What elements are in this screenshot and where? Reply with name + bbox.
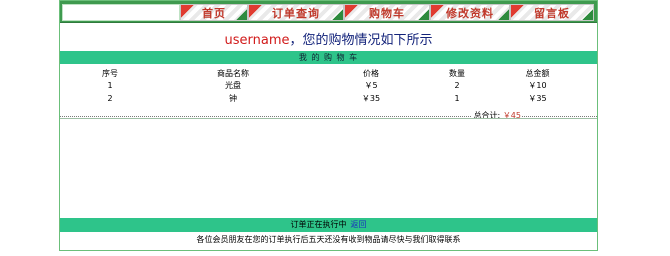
tab-stripe-red — [181, 5, 195, 20]
row-index: 1 — [107, 81, 113, 90]
col-header-price: 价格 — [363, 68, 379, 78]
tab-order-query[interactable]: 订单查询 — [248, 4, 344, 21]
section-divider — [60, 118, 597, 119]
tab-guestbook[interactable]: 留言板 — [510, 4, 594, 21]
username: username — [224, 33, 290, 48]
tab-stripe-red — [249, 5, 263, 20]
row-index: 2 — [107, 94, 113, 103]
grand-total: 总合计: ￥45 — [471, 110, 521, 121]
row-total: ￥35 — [528, 94, 547, 103]
cart-table: 序号 商品名称 价格 数量 总金额 1 光盘 ￥5 2 ￥10 2 钟 ￥35 … — [60, 67, 597, 105]
col-header-name: 商品名称 — [217, 68, 249, 78]
tab-label: 首页 — [202, 6, 226, 20]
tab-stripe-red — [431, 5, 445, 20]
row-name: 光盘 — [225, 81, 241, 90]
tab-stripe-green — [233, 5, 247, 20]
row-qty: 1 — [454, 94, 460, 103]
row-qty: 2 — [454, 81, 460, 90]
tab-home[interactable]: 首页 — [180, 4, 248, 21]
table-row: 1 光盘 ￥5 2 ￥10 — [60, 79, 597, 92]
col-header-index: 序号 — [102, 68, 118, 78]
page-headline: username，您的购物情况如下所示 — [60, 29, 597, 48]
table-header-row: 序号 商品名称 价格 数量 总金额 — [60, 67, 597, 79]
col-header-total: 总金额 — [525, 68, 550, 78]
tab-label: 修改资料 — [446, 6, 494, 20]
cart-title: 我 的 购 物 车 — [298, 53, 359, 62]
tab-stripe-green — [329, 5, 343, 20]
tab-label: 购物车 — [369, 6, 405, 20]
row-total: ￥10 — [528, 81, 547, 90]
tab-stripe-green — [415, 5, 429, 20]
tab-stripe-green — [495, 5, 509, 20]
row-price: ￥35 — [361, 94, 381, 103]
tab-edit-profile[interactable]: 修改资料 — [430, 4, 510, 21]
row-price: ￥5 — [364, 81, 378, 90]
order-status-text: 订单正在执行中 — [290, 220, 347, 229]
headline-text: ，您的购物情况如下所示 — [289, 33, 433, 48]
tab-stripe-red — [345, 5, 359, 20]
page-frame: 首页 订单查询 购物车 修改资料 留言板 username，您的购物情况如下所示… — [59, 0, 598, 251]
footer-notice: 各位会员朋友在您的订单执行后五天还没有收到物品请尽快与我们取得联系 — [196, 235, 461, 244]
row-name: 钟 — [229, 94, 237, 103]
tab-stripe-red — [511, 5, 525, 20]
tab-label: 留言板 — [534, 6, 570, 20]
table-row: 2 钟 ￥35 1 ￥35 — [60, 92, 597, 105]
top-nav: 首页 订单查询 购物车 修改资料 留言板 — [60, 1, 597, 23]
col-header-qty: 数量 — [449, 68, 465, 78]
back-link[interactable]: 返回 — [351, 220, 367, 229]
tab-cart[interactable]: 购物车 — [344, 4, 430, 21]
order-status-bar: 订单正在执行中 返回 — [60, 218, 597, 232]
nav-left-box — [62, 4, 180, 21]
cart-title-bar: 我 的 购 物 车 — [60, 51, 597, 64]
tab-label: 订单查询 — [272, 6, 320, 20]
tab-stripe-green — [579, 5, 593, 20]
